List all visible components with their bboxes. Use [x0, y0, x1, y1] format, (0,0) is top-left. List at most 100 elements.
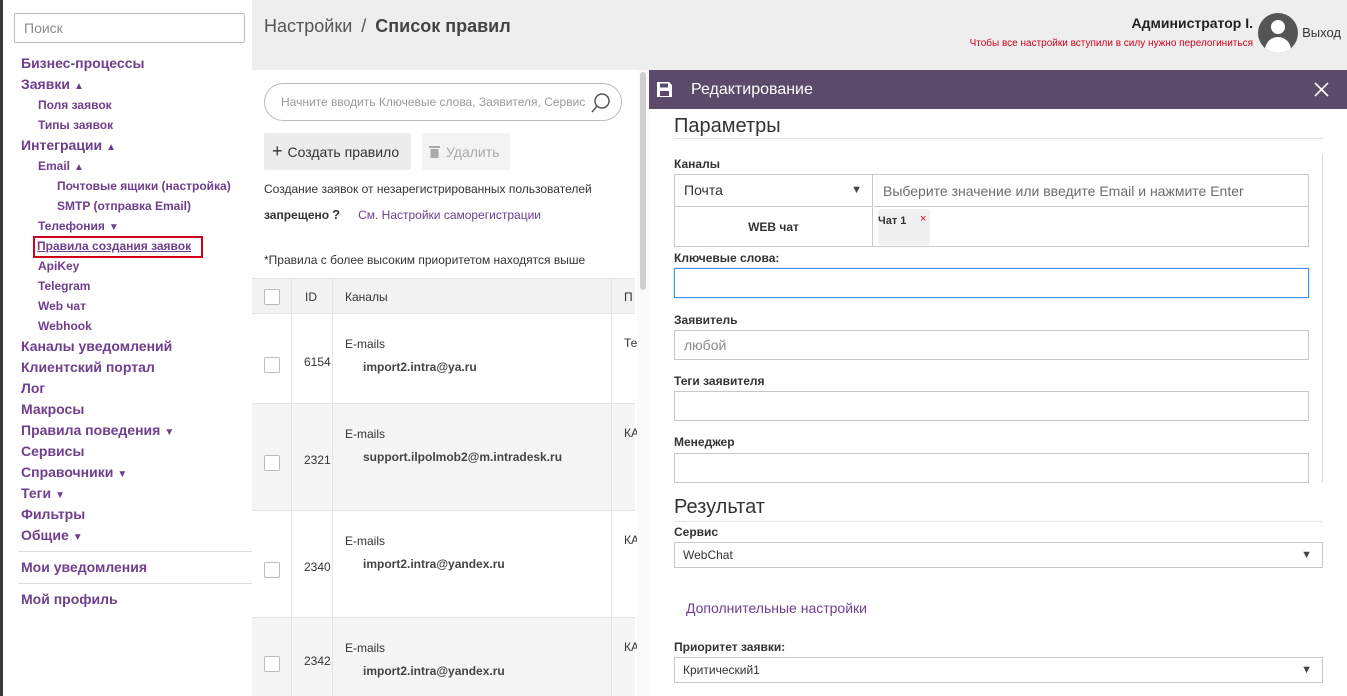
- self-registration-info: Создание заявок от незарегистрированных …: [264, 182, 592, 196]
- applicant-field[interactable]: [674, 330, 1309, 360]
- edit-panel-title: Редактирование: [691, 81, 813, 98]
- row-checkbox[interactable]: [264, 655, 280, 672]
- manager-input[interactable]: [675, 454, 1308, 482]
- row-checkbox[interactable]: [264, 561, 280, 578]
- sidebar-item-integrations[interactable]: Интеграции ▲: [18, 135, 255, 156]
- sidebar-item-webchat[interactable]: Web чат: [18, 296, 255, 316]
- logout-link[interactable]: Выход: [1302, 25, 1341, 40]
- sidebar-item-requests[interactable]: Заявки ▲: [18, 74, 255, 95]
- rules-search[interactable]: [264, 83, 622, 121]
- sidebar-item-tags[interactable]: Теги ▼: [18, 483, 255, 504]
- row-checkbox[interactable]: [264, 454, 280, 471]
- sidebar-item-filters[interactable]: Фильтры: [18, 504, 255, 525]
- avatar[interactable]: [1258, 13, 1298, 53]
- sidebar-item-log[interactable]: Лог: [18, 378, 255, 399]
- sidebar-item-email[interactable]: Email ▲: [18, 156, 255, 176]
- sidebar-item-label: Справочники: [21, 464, 114, 480]
- keywords-field[interactable]: [674, 268, 1309, 298]
- sidebar-item-notif-channels[interactable]: Каналы уведомлений: [18, 336, 255, 357]
- sidebar-item-telephony[interactable]: Телефония ▼: [18, 216, 255, 236]
- form-side-rule: [1322, 154, 1323, 482]
- sidebar-item-mailboxes[interactable]: Почтовые ящики (настройка): [18, 176, 255, 196]
- channel-type-select[interactable]: Почта ▼: [675, 175, 873, 207]
- priority-select[interactable]: Критический1 ▼: [674, 657, 1323, 683]
- remove-tag-icon[interactable]: ×: [920, 213, 926, 225]
- sidebar-item-label: Общие: [21, 527, 69, 543]
- caret-down-icon: ▼: [164, 427, 175, 438]
- channel-value-field[interactable]: [874, 175, 1308, 207]
- sidebar-item-behavior[interactable]: Правила поведения ▼: [18, 420, 255, 441]
- list-scrollbar-thumb[interactable]: [640, 72, 646, 290]
- sidebar-item-apikey[interactable]: ApiKey: [18, 256, 255, 276]
- sidebar-item-client-portal[interactable]: Клиентский портал: [18, 357, 255, 378]
- sidebar-search-input[interactable]: [15, 14, 244, 42]
- breadcrumb-root[interactable]: Настройки: [264, 16, 352, 36]
- sidebar-item-telegram[interactable]: Telegram: [18, 276, 255, 296]
- row-channel-label: E-mails: [345, 534, 386, 548]
- applicant-tags-field[interactable]: [674, 391, 1309, 421]
- rules-table: ID Каналы П 6154 E-mails import2.intra@ya…: [252, 278, 639, 696]
- sidebar-item-label: Правила создания заявок: [37, 239, 192, 253]
- additional-settings-link[interactable]: Дополнительные настройки: [686, 600, 867, 616]
- row-checkbox[interactable]: [264, 356, 280, 373]
- applicant-input[interactable]: [675, 331, 1308, 359]
- sidebar-item-request-types[interactable]: Типы заявок: [18, 115, 255, 135]
- table-row[interactable]: 6154 E-mails import2.intra@ya.ru Те: [252, 314, 638, 404]
- channel-value-input[interactable]: [874, 175, 1308, 206]
- select-all-checkbox[interactable]: [264, 289, 280, 305]
- trash-icon: [429, 146, 440, 158]
- sidebar-item-label: Интеграции: [21, 137, 103, 153]
- sidebar-item-services[interactable]: Сервисы: [18, 441, 255, 462]
- row-email: import2.intra@yandex.ru: [363, 664, 505, 678]
- close-icon[interactable]: [1314, 82, 1329, 97]
- sidebar-item-request-fields[interactable]: Поля заявок: [18, 95, 255, 115]
- self-registration-link[interactable]: См. Настройки саморегистрации: [358, 208, 541, 222]
- caret-down-icon: ▼: [117, 469, 128, 480]
- rules-search-input[interactable]: [281, 84, 586, 120]
- sidebar-item-my-notifications[interactable]: Мои уведомления: [18, 557, 255, 578]
- page-title: Список правил: [375, 16, 511, 36]
- column-more[interactable]: П: [624, 290, 633, 304]
- sidebar: Бизнес-процессы Заявки▲ Поля заявок Типы…: [0, 0, 255, 696]
- delete-button[interactable]: Удалить: [422, 133, 510, 170]
- table-row[interactable]: 2340 E-mails import2.intra@yandex.ru КА: [252, 511, 639, 618]
- table-row[interactable]: 2342 E-mails import2.intra@yandex.ru КА: [252, 618, 639, 696]
- sidebar-item-smtp[interactable]: SMTP (отправка Email): [18, 196, 255, 216]
- column-id[interactable]: ID: [305, 290, 317, 304]
- sidebar-item-label: Теги: [21, 485, 52, 501]
- row-email: import2.intra@ya.ru: [363, 360, 477, 374]
- applicant-tags-input[interactable]: [675, 392, 1308, 420]
- section-divider: [674, 138, 1323, 139]
- manager-field[interactable]: [674, 453, 1309, 483]
- sidebar-divider: [18, 551, 255, 552]
- create-rule-button[interactable]: + Создать правило: [264, 133, 411, 170]
- self-registration-status: запрещено? См. Настройки саморегистрации: [264, 207, 541, 222]
- keywords-label: Ключевые слова:: [674, 251, 780, 265]
- caret-up-icon: ▲: [73, 81, 84, 92]
- table-row[interactable]: 2321 E-mails support.ilpolmob2@m.intrades…: [252, 404, 639, 511]
- column-channels[interactable]: Каналы: [345, 290, 388, 304]
- sidebar-item-general[interactable]: Общие ▼: [18, 525, 255, 546]
- row-more: Те: [624, 336, 638, 350]
- sidebar-nav: Бизнес-процессы Заявки ▲ Поля заявок Типы…: [18, 53, 255, 610]
- chevron-down-icon: ▼: [851, 184, 862, 196]
- sidebar-item-macros[interactable]: Макросы: [18, 399, 255, 420]
- save-icon[interactable]: [657, 82, 672, 97]
- sidebar-search[interactable]: [14, 13, 245, 43]
- help-icon[interactable]: ?: [332, 207, 340, 222]
- caret-down-icon: ▼: [55, 490, 65, 501]
- row-email: import2.intra@yandex.ru: [363, 557, 505, 571]
- sidebar-item-my-profile[interactable]: Мой профиль: [18, 589, 255, 610]
- applicant-label: Заявитель: [674, 313, 738, 327]
- service-select[interactable]: WebChat ▼: [674, 542, 1323, 568]
- row-id: 2340: [304, 559, 331, 574]
- row-channel-label: E-mails: [345, 641, 386, 655]
- search-icon[interactable]: [590, 92, 612, 114]
- sidebar-item-webhook[interactable]: Webhook: [18, 316, 255, 336]
- sidebar-item-rules[interactable]: Правила создания заявок: [18, 236, 255, 258]
- user-icon: [1271, 20, 1285, 34]
- sidebar-item-business[interactable]: Бизнес-процессы: [18, 53, 255, 74]
- keywords-input[interactable]: [675, 269, 1308, 297]
- priority-label: Приоритет заявки:: [674, 640, 786, 654]
- sidebar-item-directories[interactable]: Справочники ▼: [18, 462, 255, 483]
